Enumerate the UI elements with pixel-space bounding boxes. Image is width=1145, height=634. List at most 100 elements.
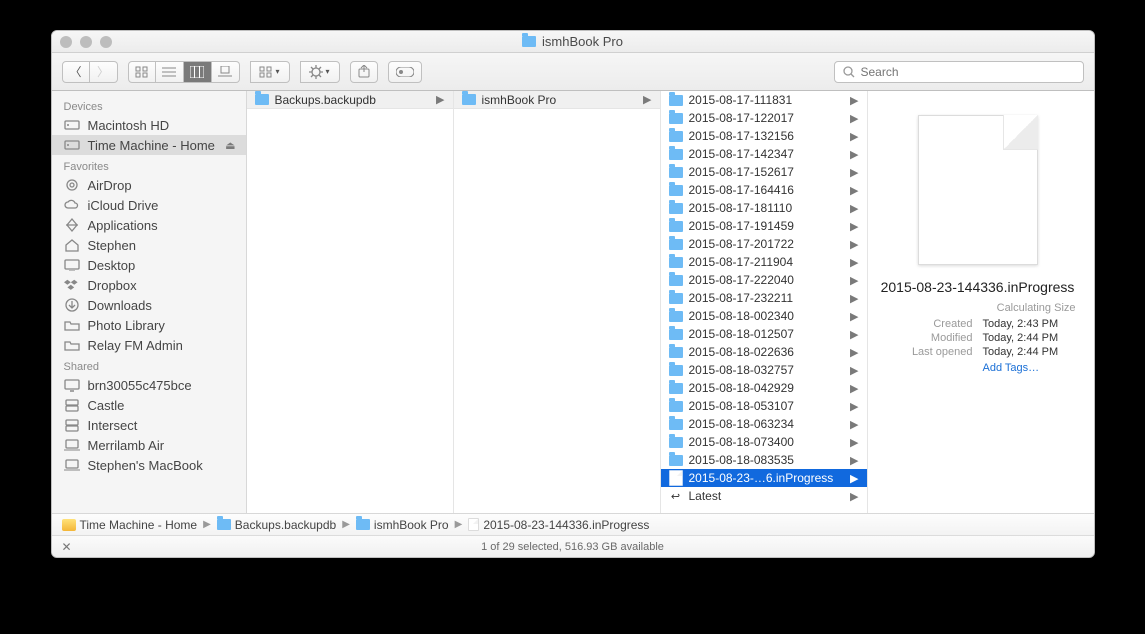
column-view-button[interactable]: [184, 61, 212, 83]
path-segment[interactable]: Backups.backupdb: [217, 518, 336, 532]
sidebar-item[interactable]: iCloud Drive: [52, 195, 246, 215]
folder-row[interactable]: 2015-08-17-211904▶: [661, 253, 867, 271]
search-box[interactable]: [834, 61, 1084, 83]
opened-value: Today, 2:44 PM: [983, 346, 1076, 358]
column-1-label: Backups.backupdb: [275, 93, 376, 107]
chevron-right-icon: ▶: [850, 454, 858, 467]
sidebar-item[interactable]: Stephen's MacBook: [52, 455, 246, 475]
cancel-icon[interactable]: ✕: [62, 540, 72, 554]
zoom-icon[interactable]: [100, 36, 112, 48]
sidebar-item-label: Macintosh HD: [88, 118, 170, 133]
folder-row[interactable]: 2015-08-17-201722▶: [661, 235, 867, 253]
toolbar: 〈 〉 ▾ ▾: [52, 53, 1094, 91]
folder-label: 2015-08-17-142347: [689, 147, 794, 161]
folder-row[interactable]: 2015-08-17-222040▶: [661, 271, 867, 289]
column-2-item[interactable]: ismhBook Pro ▶: [454, 91, 660, 109]
tags-button[interactable]: [388, 61, 422, 83]
folder-row[interactable]: 2015-08-17-132156▶: [661, 127, 867, 145]
chevron-right-icon: ▶: [436, 93, 444, 106]
action-button[interactable]: ▾: [300, 61, 340, 83]
column-3: 2015-08-17-111831▶2015-08-17-122017▶2015…: [661, 91, 868, 513]
list-view-button[interactable]: [156, 61, 184, 83]
path-segment[interactable]: Time Machine - Home: [62, 518, 198, 532]
folder-icon: [669, 131, 683, 142]
alias-icon: ↩︎: [669, 489, 683, 503]
sidebar-item-label: Desktop: [88, 258, 136, 273]
file-row-selected[interactable]: 2015-08-23-…6.inProgress▶: [661, 469, 867, 487]
arrange-button[interactable]: ▾: [250, 61, 290, 83]
sidebar-item[interactable]: Intersect: [52, 415, 246, 435]
sidebar-item[interactable]: brn30055c475bce: [52, 375, 246, 395]
path-label: Time Machine - Home: [80, 518, 198, 532]
titlebar: ismhBook Pro: [52, 31, 1094, 53]
folder-row[interactable]: 2015-08-17-232211▶: [661, 289, 867, 307]
folder-row[interactable]: 2015-08-18-012507▶: [661, 325, 867, 343]
coverflow-view-button[interactable]: [212, 61, 240, 83]
sidebar-item-label: brn30055c475bce: [88, 378, 192, 393]
sidebar-item[interactable]: Desktop: [52, 255, 246, 275]
sidebar-item[interactable]: Castle: [52, 395, 246, 415]
chevron-right-icon: ▶: [850, 490, 858, 503]
folder-row[interactable]: 2015-08-18-042929▶: [661, 379, 867, 397]
share-button[interactable]: [350, 61, 378, 83]
file-label: 2015-08-23-…6.inProgress: [689, 471, 834, 485]
search-input[interactable]: [861, 65, 1075, 79]
eject-icon[interactable]: ⏏: [225, 139, 235, 152]
cloud-icon: [64, 198, 80, 212]
sidebar-item[interactable]: AirDrop: [52, 175, 246, 195]
alias-row[interactable]: ↩︎Latest▶: [661, 487, 867, 505]
column-1: Backups.backupdb ▶: [247, 91, 454, 513]
folder-label: 2015-08-17-122017: [689, 111, 794, 125]
modified-label: Modified: [880, 332, 973, 344]
close-icon[interactable]: [60, 36, 72, 48]
folder-row[interactable]: 2015-08-17-122017 ▶: [661, 109, 867, 127]
opened-label: Last opened: [880, 346, 973, 358]
sidebar-item[interactable]: Applications: [52, 215, 246, 235]
folder-row[interactable]: 2015-08-18-002340▶: [661, 307, 867, 325]
folder-row[interactable]: 2015-08-17-164416▶: [661, 181, 867, 199]
minimize-icon[interactable]: [80, 36, 92, 48]
forward-button[interactable]: 〉: [90, 61, 118, 83]
folder-icon: [669, 95, 683, 106]
sidebar-item[interactable]: Relay FM Admin: [52, 335, 246, 355]
sidebar-item-label: Time Machine - Home: [88, 138, 215, 153]
sidebar-item-label: iCloud Drive: [88, 198, 159, 213]
chevron-right-icon: ▶: [850, 364, 858, 377]
icon-view-button[interactable]: [128, 61, 156, 83]
sidebar-item[interactable]: Macintosh HD: [52, 115, 246, 135]
preview-size: Calculating Size: [880, 302, 1076, 314]
folder-label: 2015-08-17-232211: [689, 291, 794, 305]
folder-row[interactable]: 2015-08-18-073400▶: [661, 433, 867, 451]
folder-row[interactable]: 2015-08-18-032757▶: [661, 361, 867, 379]
nav-buttons: 〈 〉: [62, 61, 118, 83]
folder-icon: [669, 419, 683, 430]
folder-row[interactable]: 2015-08-18-022636▶: [661, 343, 867, 361]
sidebar-item[interactable]: Stephen: [52, 235, 246, 255]
sidebar-item[interactable]: Dropbox: [52, 275, 246, 295]
sidebar-item[interactable]: Merrilamb Air: [52, 435, 246, 455]
folder-row[interactable]: 2015-08-17-191459▶: [661, 217, 867, 235]
back-button[interactable]: 〈: [62, 61, 90, 83]
chevron-right-icon: ▶: [850, 112, 858, 125]
folder-row[interactable]: 2015-08-18-083535▶: [661, 451, 867, 469]
folder-icon: [669, 455, 683, 466]
folder-label: 2015-08-18-012507: [689, 327, 794, 341]
path-segment[interactable]: 2015-08-23-144336.inProgress: [468, 518, 649, 532]
add-tags-button[interactable]: Add Tags…: [983, 362, 1076, 374]
folder-row[interactable]: 2015-08-17-142347▶: [661, 145, 867, 163]
hdd-icon: [64, 138, 80, 152]
path-segment[interactable]: ismhBook Pro: [356, 518, 449, 532]
sidebar-item[interactable]: Time Machine - Home ⏏: [52, 135, 246, 155]
sidebar-group-header: Favorites: [52, 155, 246, 175]
folder-label: 2015-08-18-002340: [689, 309, 794, 323]
folder-row[interactable]: 2015-08-17-152617▶: [661, 163, 867, 181]
chevron-right-icon: ▶: [850, 238, 858, 251]
column-1-item[interactable]: Backups.backupdb ▶: [247, 91, 453, 109]
folder-row[interactable]: 2015-08-18-063234▶: [661, 415, 867, 433]
sidebar-item[interactable]: Photo Library: [52, 315, 246, 335]
sidebar-item[interactable]: Downloads: [52, 295, 246, 315]
folder-row[interactable]: 2015-08-18-053107▶: [661, 397, 867, 415]
display-icon: [64, 378, 80, 392]
folder-row[interactable]: 2015-08-17-181110▶: [661, 199, 867, 217]
folder-row[interactable]: 2015-08-17-111831▶: [661, 91, 867, 109]
